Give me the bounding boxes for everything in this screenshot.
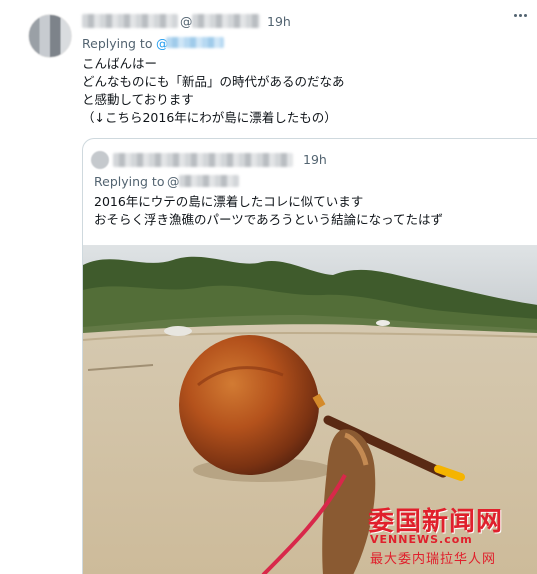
- handle-at: @: [180, 14, 193, 29]
- quoted-text-line: 2016年にウテの島に漂着したコレに似ています: [94, 194, 364, 209]
- watermark-tagline: 最大委内瑞拉华人网: [370, 552, 497, 567]
- watermark-domain: VENNEWS.com: [370, 533, 473, 546]
- quoted-replying-to-at: @: [167, 174, 180, 189]
- tweet: @ 19h Replying to @ こんばんはー どんなものにも「新品」の時…: [0, 0, 537, 574]
- tweet-text-line: （↓こちら2016年にわが島に漂着したもの）: [82, 110, 337, 125]
- replying-to-label: Replying to: [82, 36, 153, 51]
- quoted-replying-to-label: Replying to: [94, 174, 165, 189]
- quoted-replying-to-redacted: [179, 175, 239, 187]
- quoted-text-line: おそらく浮き漁礁のパーツであろうという結論になってたはず: [94, 212, 444, 227]
- handle-redacted[interactable]: [192, 14, 260, 28]
- more-dots-icon[interactable]: [514, 14, 527, 17]
- tweet-text-line: こんばんはー: [82, 56, 158, 71]
- tweet-time[interactable]: 19h: [267, 13, 291, 31]
- tweet-text-line: と感動しております: [82, 92, 194, 107]
- quoted-time: 19h: [303, 152, 327, 167]
- quoted-avatar: [91, 151, 109, 169]
- replying-to-handle-redacted[interactable]: [166, 37, 224, 48]
- display-name-redacted[interactable]: [82, 14, 178, 28]
- quoted-name-redacted: [113, 153, 293, 167]
- avatar[interactable]: [28, 14, 72, 58]
- tweet-text-line: どんなものにも「新品」の時代があるのだなあ: [82, 74, 345, 89]
